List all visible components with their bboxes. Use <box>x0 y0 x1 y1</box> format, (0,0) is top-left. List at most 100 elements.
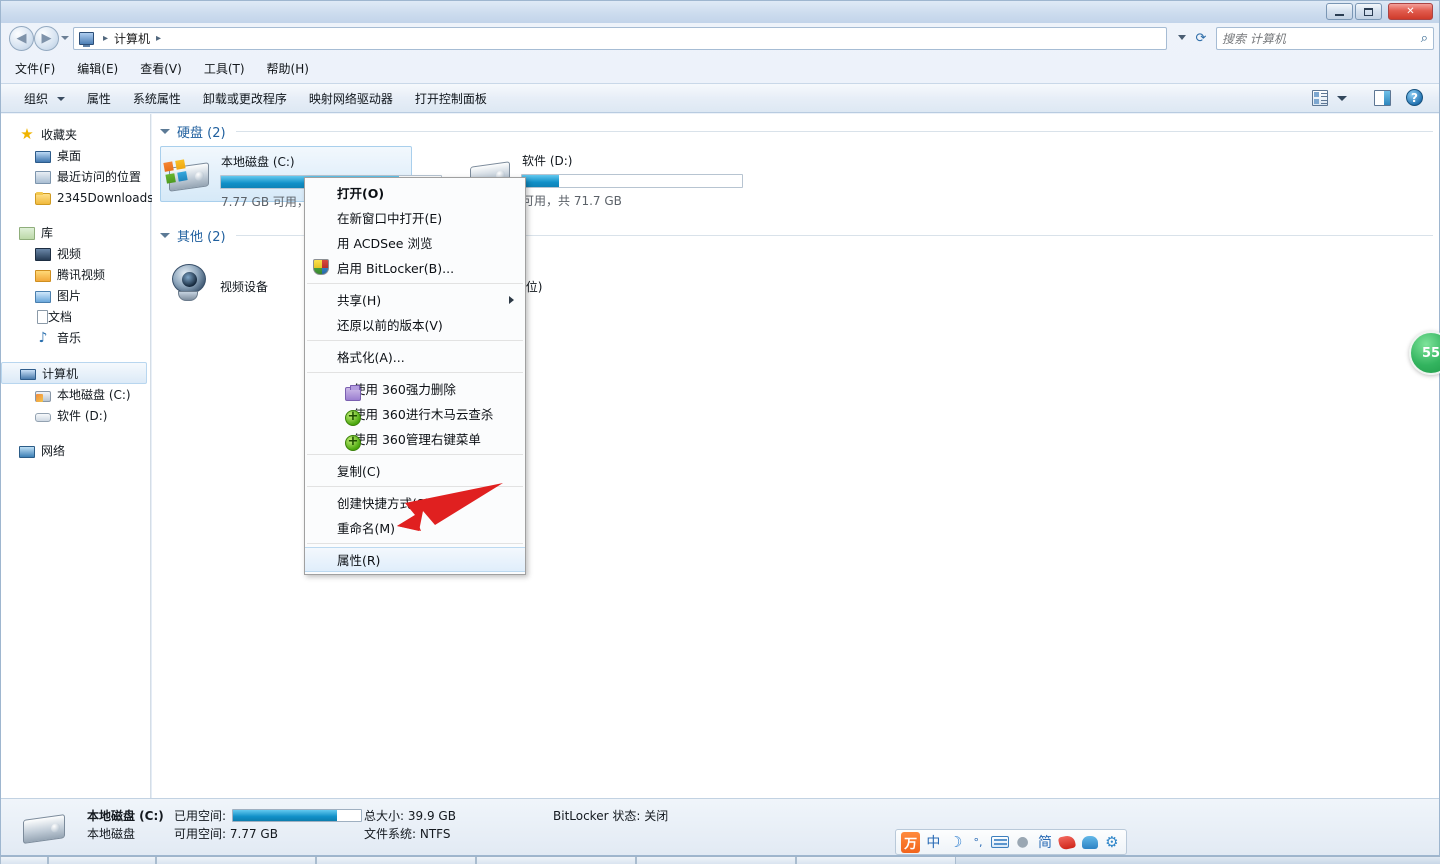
help-button[interactable]: ? <box>1406 89 1423 106</box>
sidebar-item-recent-places[interactable]: 最近访问的位置 <box>1 166 150 187</box>
sidebar-item-favorites[interactable]: ★ 收藏夹 <box>1 124 150 145</box>
drive-name-d: 软件 (D:) <box>522 154 573 168</box>
ime-keyboard-icon[interactable] <box>991 832 1010 852</box>
sidebar-group-computer: 计算机 本地磁盘 (C:) 软件 (D:) <box>1 362 150 426</box>
details-drive-type: 本地磁盘 <box>87 827 136 841</box>
sidebar-item-music[interactable]: ♪ 音乐 <box>1 327 150 348</box>
taskbar-slot[interactable] <box>636 857 796 864</box>
context-menu-item-360-manage-context-menu[interactable]: 使用 360管理右键菜单 <box>305 426 525 451</box>
minimize-button[interactable] <box>1326 3 1353 20</box>
sidebar-item-libraries[interactable]: 库 <box>1 222 150 243</box>
sidebar-item-pictures[interactable]: 图片 <box>1 285 150 306</box>
context-menu-item-share[interactable]: 共享(H) <box>305 287 525 312</box>
menu-file[interactable]: 文件(F) <box>11 59 59 78</box>
context-menu-item-enable-bitlocker[interactable]: 启用 BitLocker(B)... <box>305 255 525 280</box>
chevron-down-icon[interactable] <box>1337 95 1347 101</box>
collapse-triangle-icon[interactable] <box>160 232 170 238</box>
context-menu-item-360-trojan-scan[interactable]: 使用 360进行木马云查杀 <box>305 401 525 426</box>
organize-button[interactable]: 组织 <box>13 86 76 111</box>
taskbar-slot[interactable] <box>156 857 316 864</box>
taskbar-slot[interactable] <box>316 857 476 864</box>
context-menu-item-properties[interactable]: 属性(R) <box>305 547 525 572</box>
sidebar-item-computer[interactable]: 计算机 <box>1 362 147 384</box>
context-menu-item-format[interactable]: 格式化(A)... <box>305 344 525 369</box>
sidebar-group-network: 网络 <box>1 440 150 461</box>
address-dropdown-icon[interactable] <box>1178 35 1186 40</box>
ime-skin-icon[interactable] <box>1080 832 1098 852</box>
group-title-hard-disks: 硬盘 (2) <box>177 125 226 141</box>
submenu-arrow-icon <box>509 296 514 304</box>
device-tile-secondary[interactable]: (32 位) <box>498 254 698 310</box>
ime-settings-icon[interactable]: ⚙ <box>1103 832 1121 852</box>
properties-button[interactable]: 属性 <box>76 86 122 111</box>
desktop-icon <box>35 150 51 163</box>
sidebar-item-2345downloads[interactable]: 2345Downloads <box>1 187 153 208</box>
ime-voice-icon[interactable] <box>1058 832 1077 852</box>
recent-places-icon <box>35 171 51 184</box>
video-icon <box>35 248 51 261</box>
breadcrumb-computer[interactable]: 计算机 <box>114 30 150 47</box>
group-divider <box>235 130 1433 132</box>
sidebar-item-network[interactable]: 网络 <box>1 440 150 461</box>
details-capacity-meter <box>232 809 363 822</box>
recent-pages-icon[interactable] <box>61 36 69 40</box>
details-free-label: 可用空间: <box>174 827 227 841</box>
open-control-panel-button[interactable]: 打开控制面板 <box>404 86 498 111</box>
search-icon: ⌕ <box>1420 31 1428 46</box>
sidebar-item-software-d[interactable]: 软件 (D:) <box>1 405 150 426</box>
ime-logo-icon[interactable]: 万 <box>901 831 921 853</box>
refresh-button[interactable]: ⟳ <box>1191 28 1211 49</box>
floating-score-badge[interactable]: 55 <box>1409 331 1440 377</box>
ime-moon-icon[interactable]: ☽ <box>947 832 965 852</box>
breadcrumb-separator-2[interactable]: ▸ <box>156 33 161 44</box>
ime-punctuation-icon[interactable]: °, <box>969 832 987 852</box>
windows-hard-disk-icon <box>163 151 213 199</box>
context-menu-item-360-force-delete[interactable]: 使用 360强力删除 <box>305 376 525 401</box>
context-menu-item-copy[interactable]: 复制(C) <box>305 458 525 483</box>
context-menu-item-restore-previous-versions[interactable]: 还原以前的版本(V) <box>305 312 525 337</box>
sidebar-item-local-disk-c[interactable]: 本地磁盘 (C:) <box>1 384 150 405</box>
details-used-space: 已用空间: <box>174 807 363 824</box>
search-input[interactable]: 搜索 计算机 <box>1222 30 1421 47</box>
context-label-copy: 复制(C) <box>337 464 381 479</box>
sidebar-item-documents[interactable]: 文档 <box>1 306 150 327</box>
preview-pane-button[interactable] <box>1374 90 1391 106</box>
taskbar-slot[interactable] <box>0 857 48 864</box>
ime-chinese-mode-icon[interactable]: 中 <box>924 832 942 852</box>
menu-help[interactable]: 帮助(H) <box>263 59 313 78</box>
score-circle[interactable]: 55 <box>1409 331 1440 375</box>
context-menu-item-acdsee-browse[interactable]: 用 ACDSee 浏览 <box>305 230 525 255</box>
context-menu-item-open[interactable]: 打开(O) <box>305 180 525 205</box>
sidebar-label-music: 音乐 <box>57 331 82 345</box>
ime-user-icon[interactable]: ● <box>1013 832 1031 852</box>
taskbar-slot[interactable] <box>476 857 636 864</box>
forward-button[interactable]: ▶ <box>34 26 59 51</box>
collapse-triangle-icon[interactable] <box>160 128 170 134</box>
ime-simplified-icon[interactable]: 简 <box>1036 832 1054 852</box>
map-network-drive-button[interactable]: 映射网络驱动器 <box>298 86 404 111</box>
taskbar-slot[interactable] <box>48 857 156 864</box>
context-menu-item-open-new-window[interactable]: 在新窗口中打开(E) <box>305 205 525 230</box>
sidebar-item-videos[interactable]: 视频 <box>1 243 150 264</box>
sidebar-label-libraries: 库 <box>41 226 54 240</box>
details-file-system: 文件系统: NTFS <box>364 825 451 842</box>
sidebar-item-desktop[interactable]: 桌面 <box>1 145 150 166</box>
context-label-360-manage-context-menu: 使用 360管理右键菜单 <box>353 432 481 447</box>
uninstall-change-program-button[interactable]: 卸载或更改程序 <box>192 86 298 111</box>
context-label-360-trojan-scan: 使用 360进行木马云查杀 <box>353 407 494 422</box>
change-view-button[interactable] <box>1312 90 1347 106</box>
search-box[interactable]: 搜索 计算机 ⌕ <box>1216 27 1434 50</box>
back-button[interactable]: ◀ <box>9 26 34 51</box>
maximize-button[interactable] <box>1355 3 1382 20</box>
sidebar-item-tencent-video[interactable]: 腾讯视频 <box>1 264 150 285</box>
close-icon: ✕ <box>1406 6 1415 17</box>
address-bar[interactable]: ▸ 计算机 ▸ <box>73 27 1167 50</box>
group-header-hard-disks[interactable]: 硬盘 (2) <box>160 120 1439 142</box>
taskbar-slot[interactable] <box>796 857 956 864</box>
system-properties-button[interactable]: 系统属性 <box>122 86 192 111</box>
close-button[interactable]: ✕ <box>1388 3 1433 20</box>
context-menu-separator <box>307 372 523 373</box>
menu-edit[interactable]: 编辑(E) <box>73 59 122 78</box>
menu-tools[interactable]: 工具(T) <box>200 59 249 78</box>
menu-view[interactable]: 查看(V) <box>136 59 186 78</box>
